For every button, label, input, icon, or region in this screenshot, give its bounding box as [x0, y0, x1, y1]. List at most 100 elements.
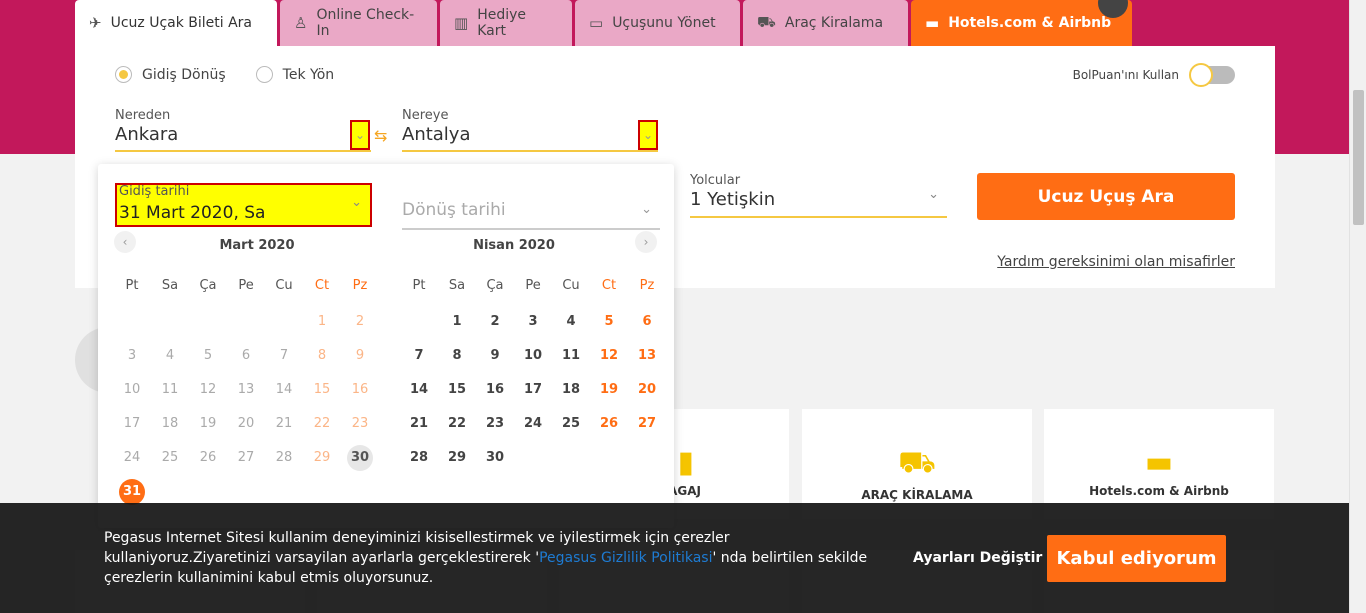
- calendar-day: 17: [123, 416, 141, 431]
- oneway-option[interactable]: Tek Yön: [255, 66, 335, 83]
- cookie-text: Pegasus Internet Sitesi kullanim deneyim…: [104, 528, 874, 588]
- calendar-day[interactable]: 25: [558, 411, 584, 437]
- calendar-day[interactable]: 10: [520, 343, 546, 369]
- calendar-day[interactable]: 8: [444, 343, 470, 369]
- departure-label: Gidiş tarihi: [119, 184, 190, 199]
- calendar-day[interactable]: 21: [406, 411, 432, 437]
- departure-value: 31 Mart 2020, Sa: [119, 203, 266, 223]
- calendar-day[interactable]: 2: [482, 309, 508, 335]
- tab-car-rental[interactable]: ⛟ Araç Kiralama: [743, 0, 908, 46]
- passengers-field[interactable]: Yolcular 1 Yetişkin ⌄: [690, 173, 947, 218]
- seat-icon: ♙: [294, 14, 308, 32]
- calendar-day[interactable]: 29: [444, 445, 470, 471]
- calendar-day[interactable]: 30: [482, 445, 508, 471]
- calendar-day: 2: [355, 314, 365, 329]
- calendar-day[interactable]: 15: [444, 377, 470, 403]
- tab-label: Hediye Kart: [477, 7, 527, 39]
- calendar-day[interactable]: 4: [558, 309, 584, 335]
- next-month-chevron-icon[interactable]: ›: [635, 231, 657, 253]
- calendar-day[interactable]: 24: [520, 411, 546, 437]
- calendar-day: 19: [199, 416, 217, 431]
- calendar-day[interactable]: 20: [634, 377, 660, 403]
- scrollbar-thumb[interactable]: [1353, 90, 1364, 225]
- calendar-day[interactable]: 6: [634, 309, 660, 335]
- calendar-day: 4: [165, 348, 175, 363]
- privacy-policy-link[interactable]: Pegasus Gizlilik Politikasi: [539, 550, 712, 566]
- calendar-day[interactable]: 17: [520, 377, 546, 403]
- departure-date-field[interactable]: Gidiş tarihi 31 Mart 2020, Sa ⌄: [115, 183, 372, 227]
- calendar-day[interactable]: 22: [444, 411, 470, 437]
- tab-label: Hotels.com & Airbnb: [948, 15, 1112, 31]
- calendar-day[interactable]: 26: [596, 411, 622, 437]
- calendar-day: 16: [351, 382, 369, 397]
- from-dropdown-chevron-icon[interactable]: ⌄: [350, 120, 370, 150]
- calendar-day[interactable]: 7: [406, 343, 432, 369]
- calendar-day[interactable]: 12: [596, 343, 622, 369]
- calendar-day[interactable]: 14: [406, 377, 432, 403]
- oneway-label: Tek Yön: [282, 66, 335, 83]
- assistance-link[interactable]: Yardım gereksinimi olan misafirler: [997, 254, 1235, 270]
- calendar-day-selected[interactable]: 31: [119, 479, 145, 505]
- scrollbar[interactable]: [1349, 0, 1366, 613]
- prev-month-chevron-icon[interactable]: ‹: [114, 231, 136, 253]
- calendar-day[interactable]: 13: [634, 343, 660, 369]
- cookie-settings-button[interactable]: Ayarları Değiştir: [913, 550, 1042, 566]
- roundtrip-option[interactable]: Gidiş Dönüş: [115, 66, 226, 83]
- to-field[interactable]: Nereye Antalya: [402, 108, 658, 152]
- calendar-day[interactable]: 9: [482, 343, 508, 369]
- cookie-banner: Pegasus Internet Sitesi kullanim deneyim…: [0, 503, 1366, 613]
- tab-label: Uçuşunu Yönet: [612, 15, 716, 31]
- calendar-day[interactable]: 19: [596, 377, 622, 403]
- weekday-header: Ça: [486, 278, 504, 293]
- bolpuan-toggle[interactable]: [1189, 63, 1235, 87]
- calendar-day[interactable]: 1: [444, 309, 470, 335]
- to-dropdown-chevron-icon[interactable]: ⌄: [638, 120, 658, 150]
- passengers-label: Yolcular: [690, 173, 741, 188]
- radio-oneway[interactable]: [255, 66, 273, 83]
- weekday-header: Pz: [639, 278, 655, 293]
- weekday-header: Ça: [199, 278, 217, 293]
- weekday-header: Pt: [412, 278, 426, 293]
- trip-type-group: Gidiş Dönüş Tek Yön: [115, 66, 364, 83]
- tab-checkin[interactable]: ♙ Online Check-In: [280, 0, 437, 46]
- calendar-day[interactable]: 3: [520, 309, 546, 335]
- swap-icon[interactable]: ⇆: [374, 126, 387, 145]
- weekday-header: Pe: [238, 278, 254, 293]
- cookie-accept-button[interactable]: Kabul ediyorum: [1047, 535, 1226, 582]
- calendar-day[interactable]: 5: [596, 309, 622, 335]
- from-label: Nereden: [115, 108, 171, 123]
- toggle-knob: [1189, 63, 1213, 87]
- bolpuan-control: BolPuan'ını Kullan: [1073, 63, 1235, 87]
- tab-hotels[interactable]: ▬ Hotels.com & Airbnb Yeni: [911, 0, 1132, 46]
- weekday-header: Sa: [448, 278, 466, 293]
- calendar-day: 10: [123, 382, 141, 397]
- calendar-day[interactable]: 11: [558, 343, 584, 369]
- calendar-day[interactable]: 16: [482, 377, 508, 403]
- tab-label: Ucuz Uçak Bileti Ara: [110, 15, 253, 31]
- calendar-day[interactable]: 18: [558, 377, 584, 403]
- tab-gift-card[interactable]: ▥ Hediye Kart: [440, 0, 572, 46]
- passengers-value: 1 Yetişkin: [690, 189, 776, 210]
- chevron-down-icon: ⌄: [928, 187, 939, 202]
- calendar-day[interactable]: 30: [347, 445, 373, 471]
- gift-icon: ▥: [454, 14, 469, 32]
- calendar-day[interactable]: 28: [406, 445, 432, 471]
- tab-flights[interactable]: ✈ Ucuz Uçak Bileti Ara: [75, 0, 277, 46]
- to-label: Nereye: [402, 108, 449, 123]
- plane-icon: ✈: [89, 14, 102, 32]
- calendar-day[interactable]: 23: [482, 411, 508, 437]
- calendar-day: 7: [279, 348, 289, 363]
- to-value: Antalya: [402, 124, 471, 145]
- tab-manage-booking[interactable]: ▭ Uçuşunu Yönet: [575, 0, 740, 46]
- radio-roundtrip[interactable]: [115, 66, 132, 83]
- calendar-day[interactable]: 27: [634, 411, 660, 437]
- return-date-field[interactable]: Dönüş tarihi ⌄: [402, 190, 660, 230]
- from-field[interactable]: Nereden Ankara: [115, 108, 371, 152]
- search-flights-button[interactable]: Ucuz Uçuş Ara: [977, 173, 1235, 220]
- calendar-day: 1: [317, 314, 327, 329]
- tile-label: ARAÇ KİRALAMA: [861, 488, 973, 502]
- calendar-day: 20: [237, 416, 255, 431]
- tab-label: Araç Kiralama: [784, 15, 884, 31]
- calendar-day: 12: [199, 382, 217, 397]
- weekday-header: Cu: [275, 278, 293, 293]
